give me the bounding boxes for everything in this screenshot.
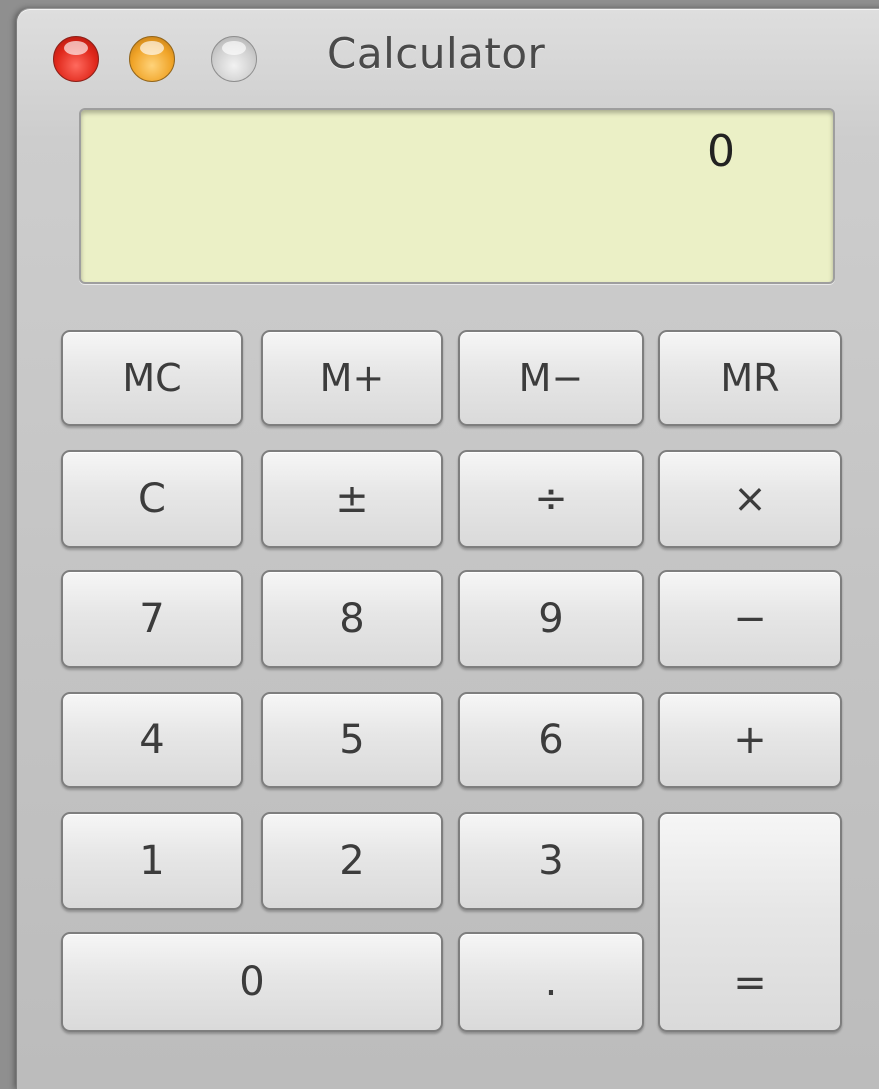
digit-6-button[interactable]: 6 [458,692,644,788]
multiply-button[interactable]: × [658,450,842,548]
minimize-icon[interactable] [129,36,175,82]
memory-recall-button[interactable]: MR [658,330,842,426]
title-bar[interactable]: Calculator [17,9,879,101]
memory-clear-button[interactable]: MC [61,330,243,426]
divide-button[interactable]: ÷ [458,450,644,548]
digit-5-button[interactable]: 5 [261,692,443,788]
digit-1-button[interactable]: 1 [61,812,243,910]
digit-3-button[interactable]: 3 [458,812,644,910]
window-title: Calculator [327,29,546,78]
digit-2-button[interactable]: 2 [261,812,443,910]
digit-7-button[interactable]: 7 [61,570,243,668]
close-icon[interactable] [53,36,99,82]
subtract-button[interactable]: − [658,570,842,668]
display-screen: 0 [79,108,835,284]
clear-button[interactable]: C [61,450,243,548]
calculator-window: Calculator 0 MC M+ M− MR C ± ÷ × 7 8 9 −… [16,8,879,1089]
digit-9-button[interactable]: 9 [458,570,644,668]
decimal-button[interactable]: . [458,932,644,1032]
zoom-icon[interactable] [211,36,257,82]
memory-subtract-button[interactable]: M− [458,330,644,426]
equals-button[interactable]: = [658,812,842,1032]
memory-add-button[interactable]: M+ [261,330,443,426]
plus-minus-button[interactable]: ± [261,450,443,548]
digit-4-button[interactable]: 4 [61,692,243,788]
display-value: 0 [707,126,735,177]
add-button[interactable]: + [658,692,842,788]
digit-0-button[interactable]: 0 [61,932,443,1032]
digit-8-button[interactable]: 8 [261,570,443,668]
